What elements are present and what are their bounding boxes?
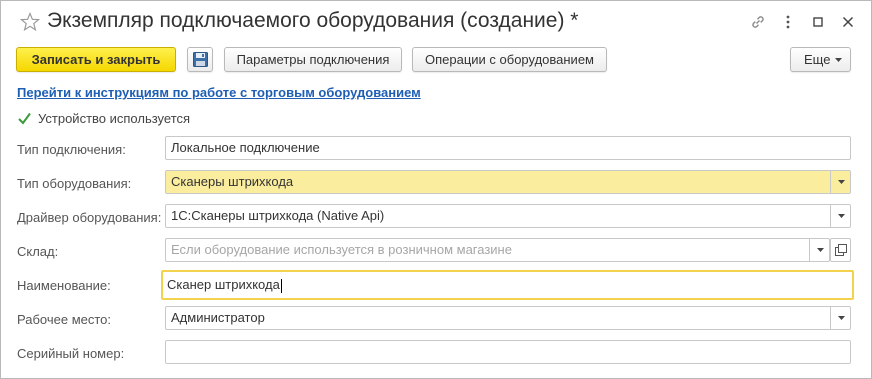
close-icon[interactable] — [839, 13, 857, 31]
floppy-disk-icon — [192, 52, 208, 67]
driver-value: 1С:Сканеры штрихкода (Native Api) — [171, 208, 385, 223]
window-title: Экземпляр подключаемого оборудования (со… — [47, 9, 579, 32]
maximize-icon[interactable] — [809, 13, 827, 31]
chevron-down-icon — [817, 248, 824, 252]
save-button[interactable] — [187, 47, 213, 72]
star-icon[interactable] — [19, 11, 41, 32]
equipment-operations-button[interactable]: Операции с оборудованием — [412, 47, 607, 72]
more-button-label: Еще — [804, 52, 831, 67]
dropdown-button[interactable] — [830, 307, 850, 329]
connection-type-label: Тип подключения: — [17, 142, 126, 157]
equipment-type-select[interactable]: Сканеры штрихкода — [165, 170, 851, 194]
name-input[interactable]: Сканер штрихкода — [161, 270, 854, 300]
equipment-type-value: Сканеры штрихкода — [171, 174, 294, 189]
equipment-type-label: Тип оборудования: — [17, 176, 132, 191]
more-button[interactable]: Еще — [790, 47, 851, 72]
warehouse-select[interactable]: Если оборудование используется в розничн… — [165, 238, 830, 262]
dropdown-button[interactable] — [809, 239, 829, 261]
dropdown-button[interactable] — [830, 205, 850, 227]
text-caret — [280, 278, 282, 293]
name-value: Сканер штрихкода — [167, 277, 280, 292]
instructions-link[interactable]: Перейти к инструкциям по работе с торгов… — [17, 85, 421, 100]
chevron-down-icon — [838, 214, 845, 218]
link-icon[interactable] — [749, 13, 767, 31]
serial-input[interactable] — [165, 340, 851, 364]
driver-select[interactable]: 1С:Сканеры штрихкода (Native Api) — [165, 204, 851, 228]
form-window: Экземпляр подключаемого оборудования (со… — [0, 0, 872, 379]
connection-type-field[interactable]: Локальное подключение — [165, 136, 851, 160]
workplace-select[interactable]: Администратор — [165, 306, 851, 330]
connection-type-value: Локальное подключение — [171, 140, 320, 155]
connection-params-button[interactable]: Параметры подключения — [224, 47, 402, 72]
workplace-label: Рабочее место: — [17, 312, 112, 327]
warehouse-placeholder: Если оборудование используется в розничн… — [171, 242, 512, 257]
more-vert-icon[interactable] — [779, 13, 797, 31]
warehouse-label: Склад: — [17, 244, 59, 259]
checkmark-icon[interactable] — [17, 111, 32, 126]
open-form-button[interactable] — [830, 238, 851, 262]
device-used-label: Устройство используется — [38, 111, 191, 126]
save-and-close-button[interactable]: Записать и закрыть — [16, 47, 176, 72]
dropdown-button[interactable] — [830, 171, 850, 193]
workplace-value: Администратор — [171, 310, 265, 325]
name-label: Наименование: — [17, 278, 111, 293]
serial-label: Серийный номер: — [17, 346, 125, 361]
driver-label: Драйвер оборудования: — [17, 210, 162, 225]
chevron-down-icon — [838, 316, 845, 320]
chevron-down-icon — [838, 180, 845, 184]
open-form-icon — [835, 244, 847, 256]
chevron-down-icon — [835, 58, 842, 62]
